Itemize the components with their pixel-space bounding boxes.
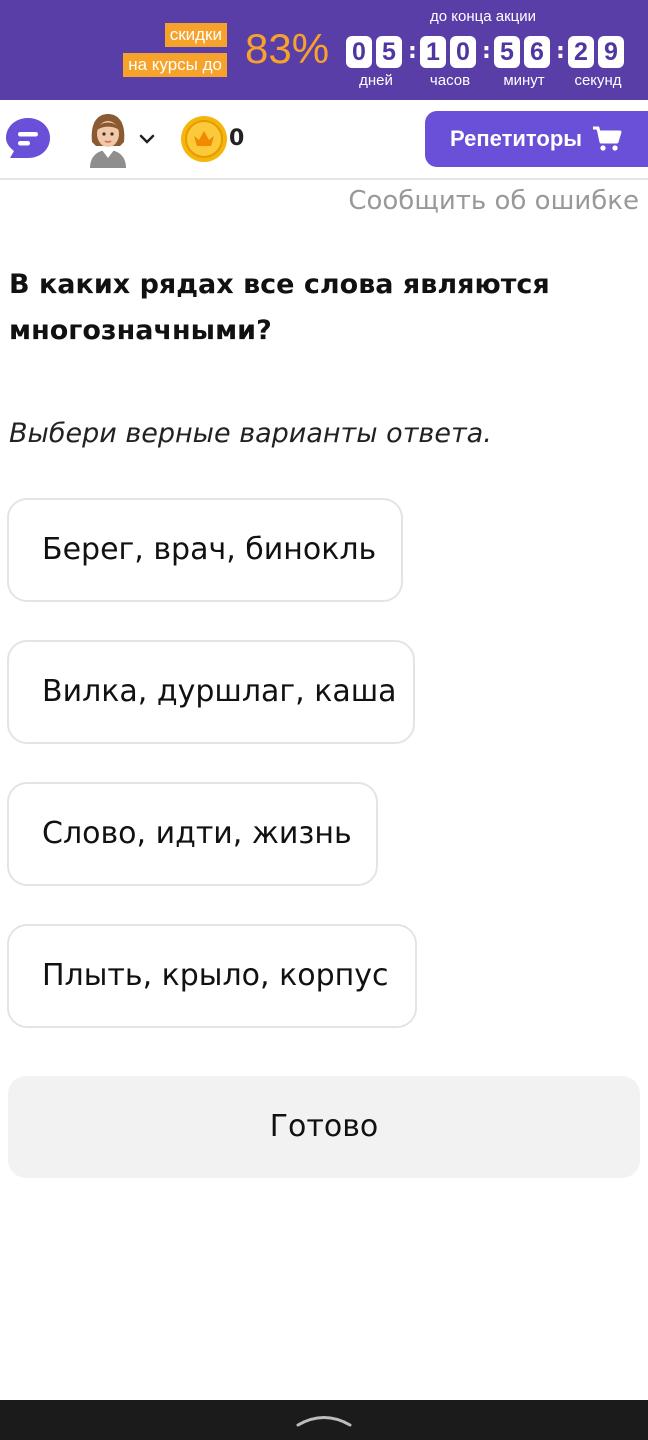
system-nav-bar: [0, 1400, 648, 1440]
timer-digit: 5: [376, 36, 402, 68]
answer-option-2[interactable]: Вилка, дуршлаг, каша: [7, 640, 415, 744]
chevron-down-icon[interactable]: [138, 130, 156, 148]
report-error-link[interactable]: Сообщить об ошибке: [348, 186, 639, 216]
tutors-button[interactable]: Репетиторы: [425, 111, 648, 167]
chat-bubble-icon[interactable]: [4, 116, 52, 162]
timer-unit-seconds: секунд: [574, 72, 622, 89]
question-text: В каких рядах все слова являются многозн…: [9, 269, 550, 346]
timer-digit: 1: [420, 36, 446, 68]
promo-banner[interactable]: скидки на курсы до 83% до конца акции 0 …: [0, 0, 648, 100]
coin-icon[interactable]: [179, 114, 229, 164]
timer-unit-minutes: минут: [503, 72, 545, 89]
cart-icon: [593, 126, 622, 151]
timer-unit-days: дней: [359, 72, 393, 89]
timer-separator: :: [482, 39, 491, 64]
timer-digit: 6: [524, 36, 550, 68]
top-header: 0 Репетиторы: [0, 100, 648, 180]
promo-percent: 83%: [245, 25, 330, 72]
nav-up-handle-icon[interactable]: [296, 1412, 352, 1428]
coin-count: 0: [229, 126, 245, 151]
avatar-girl-icon[interactable]: [84, 112, 132, 168]
promo-tag-courses: на курсы до: [123, 53, 227, 77]
answer-option-1[interactable]: Берег, врач, бинокль: [7, 498, 403, 602]
timer-unit-hours: часов: [429, 72, 471, 89]
instruction-text: Выбери верные варианты ответа.: [9, 418, 492, 449]
answer-option-4[interactable]: Плыть, крыло, корпус: [7, 924, 417, 1028]
timer-separator: :: [556, 39, 565, 64]
timer-digit: 0: [346, 36, 372, 68]
timer-digit: 2: [568, 36, 594, 68]
timer-digit: 9: [598, 36, 624, 68]
timer-digit: 5: [494, 36, 520, 68]
timer-separator: :: [408, 39, 417, 64]
promo-until-label: до конца акции: [430, 8, 536, 25]
promo-tag-discounts: скидки: [164, 23, 227, 47]
answer-option-3[interactable]: Слово, идти, жизнь: [7, 782, 378, 886]
done-button[interactable]: Готово: [8, 1076, 640, 1178]
timer-digit: 0: [450, 36, 476, 68]
tutors-label: Репетиторы: [450, 126, 583, 151]
